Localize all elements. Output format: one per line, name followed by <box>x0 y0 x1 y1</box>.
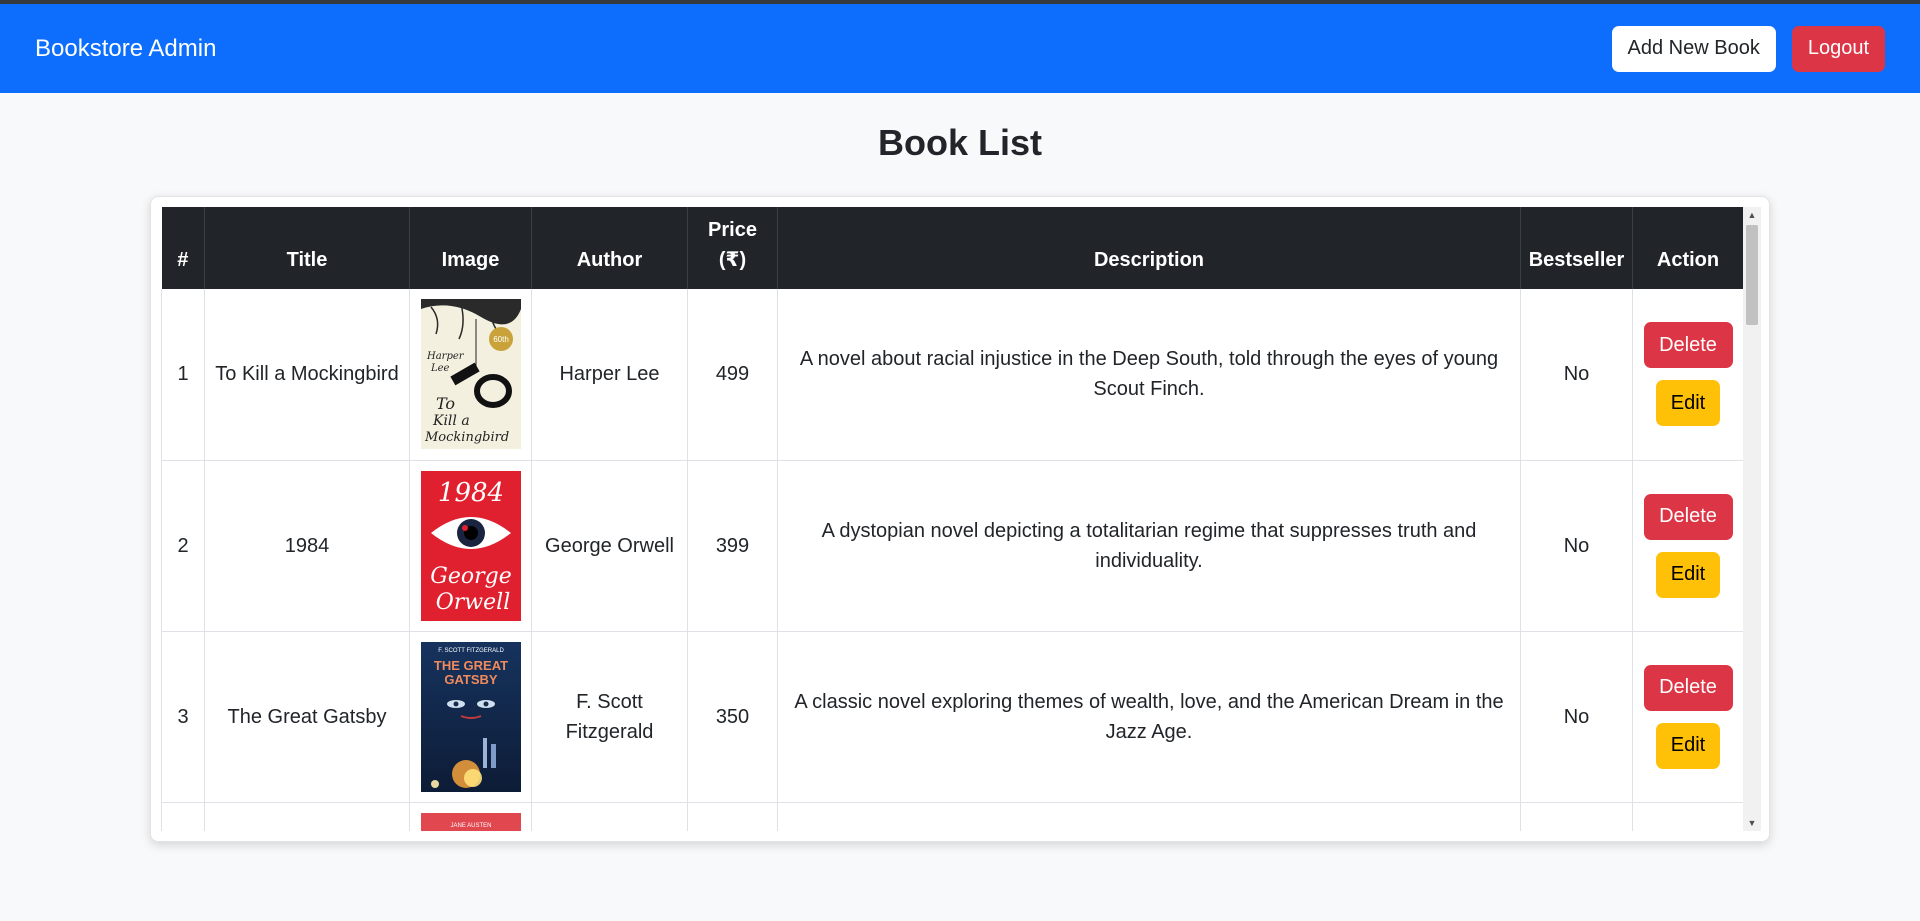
table-header: # Title Image Author Price (₹) Descripti… <box>161 207 1744 289</box>
book-cover-cell: JANE AUSTEN <box>409 802 532 831</box>
cover-author-first: George <box>430 564 511 589</box>
book-price: 399 <box>687 460 778 632</box>
book-bestseller: No <box>1520 460 1633 632</box>
book-table-card: # Title Image Author Price (₹) Descripti… <box>150 196 1770 842</box>
header-title: Title <box>204 207 410 289</box>
page-title: Book List <box>877 122 1042 163</box>
action-cell: Delete Edit <box>1632 289 1744 461</box>
header-bestseller: Bestseller <box>1520 207 1633 289</box>
scrollbar-thumb[interactable] <box>1746 225 1758 325</box>
book-cover-cell: 1984 George Orwell <box>409 460 532 632</box>
header-price-label: Price <box>708 219 757 241</box>
table-row: 3 The Great Gatsby F. SCOTT FITZGERALD T… <box>161 631 1744 803</box>
cover-badge: 60th <box>493 335 509 344</box>
book-description: A dystopian novel depicting a totalitari… <box>777 460 1521 632</box>
book-author: F. Scott Fitzgerald <box>531 631 688 803</box>
table-row: 2 1984 1984 George Orwell George Orwell … <box>161 460 1744 632</box>
book-bestseller: No <box>1520 289 1633 461</box>
book-title <box>204 802 410 831</box>
book-cover-image: JANE AUSTEN <box>420 812 521 831</box>
header-description: Description <box>777 207 1521 289</box>
header-action: Action <box>1632 207 1744 289</box>
delete-button[interactable]: Delete <box>1643 493 1733 540</box>
navbar-brand[interactable]: Bookstore Admin <box>35 35 216 63</box>
table-row: 1 To Kill a Mockingbird 60th Harper Lee … <box>161 289 1744 461</box>
cover-title-1: To <box>436 394 455 413</box>
book-title: 1984 <box>204 460 410 632</box>
cover-title-2: Kill a <box>432 413 470 429</box>
book-description <box>777 802 1521 831</box>
book-price <box>687 802 778 831</box>
book-cover-cell: 60th Harper Lee To Kill a Mockingbird <box>409 289 532 461</box>
book-bestseller: No <box>1520 631 1633 803</box>
edit-button[interactable]: Edit <box>1656 380 1720 427</box>
header-price-currency: (₹) <box>718 249 747 271</box>
table-scroll-container[interactable]: # Title Image Author Price (₹) Descripti… <box>161 207 1761 831</box>
book-bestseller <box>1520 802 1633 831</box>
row-number: 1 <box>161 289 205 461</box>
cover-author: JANE AUSTEN <box>450 823 491 829</box>
vertical-scrollbar[interactable]: ▲ ▼ <box>1743 207 1761 831</box>
action-cell: Delete Edit <box>1632 631 1744 803</box>
book-cover-cell: F. SCOTT FITZGERALD THE GREAT GATSBY <box>409 631 532 803</box>
header-author: Author <box>531 207 688 289</box>
table-row: JANE AUSTEN <box>161 802 1744 831</box>
cover-author-last: Orwell <box>435 590 509 615</box>
book-description: A classic novel exploring themes of weal… <box>777 631 1521 803</box>
edit-button[interactable]: Edit <box>1656 551 1720 598</box>
edit-button[interactable]: Edit <box>1656 722 1720 769</box>
row-number: 3 <box>161 631 205 803</box>
cover-title-1: THE GREAT <box>433 658 507 673</box>
row-number: 2 <box>161 460 205 632</box>
cover-title: 1984 <box>437 478 503 508</box>
book-table: # Title Image Author Price (₹) Descripti… <box>161 207 1744 831</box>
header-price: Price (₹) <box>687 207 778 289</box>
book-title: To Kill a Mockingbird <box>204 289 410 461</box>
book-cover-image: 1984 George Orwell <box>420 470 521 621</box>
navbar-actions: Add New Book Logout <box>1611 25 1885 72</box>
cover-author-last: Lee <box>430 363 450 374</box>
scroll-down-arrow-icon[interactable]: ▼ <box>1743 815 1761 831</box>
scroll-up-arrow-icon[interactable]: ▲ <box>1743 207 1761 223</box>
delete-button[interactable]: Delete <box>1643 664 1733 711</box>
book-price: 499 <box>687 289 778 461</box>
book-cover-image: F. SCOTT FITZGERALD THE GREAT GATSBY <box>420 641 521 792</box>
action-cell: Delete Edit <box>1632 460 1744 632</box>
navbar: Bookstore Admin Add New Book Logout <box>0 4 1920 93</box>
book-author: George Orwell <box>531 460 688 632</box>
book-description: A novel about racial injustice in the De… <box>777 289 1521 461</box>
logout-button[interactable]: Logout <box>1791 25 1885 72</box>
header-number: # <box>161 207 205 289</box>
book-price: 350 <box>687 631 778 803</box>
delete-button[interactable]: Delete <box>1643 322 1733 369</box>
cover-author: F. SCOTT FITZGERALD <box>438 648 504 654</box>
cover-title-2: GATSBY <box>444 672 498 687</box>
book-title: The Great Gatsby <box>204 631 410 803</box>
book-author <box>531 802 688 831</box>
add-new-book-button[interactable]: Add New Book <box>1611 25 1776 72</box>
book-author: Harper Lee <box>531 289 688 461</box>
book-cover-image: 60th Harper Lee To Kill a Mockingbird <box>420 299 521 450</box>
action-cell <box>1632 802 1744 831</box>
row-number <box>161 802 205 831</box>
cover-title-3: Mockingbird <box>424 430 509 445</box>
header-image: Image <box>409 207 532 289</box>
cover-author-first: Harper <box>426 351 465 362</box>
